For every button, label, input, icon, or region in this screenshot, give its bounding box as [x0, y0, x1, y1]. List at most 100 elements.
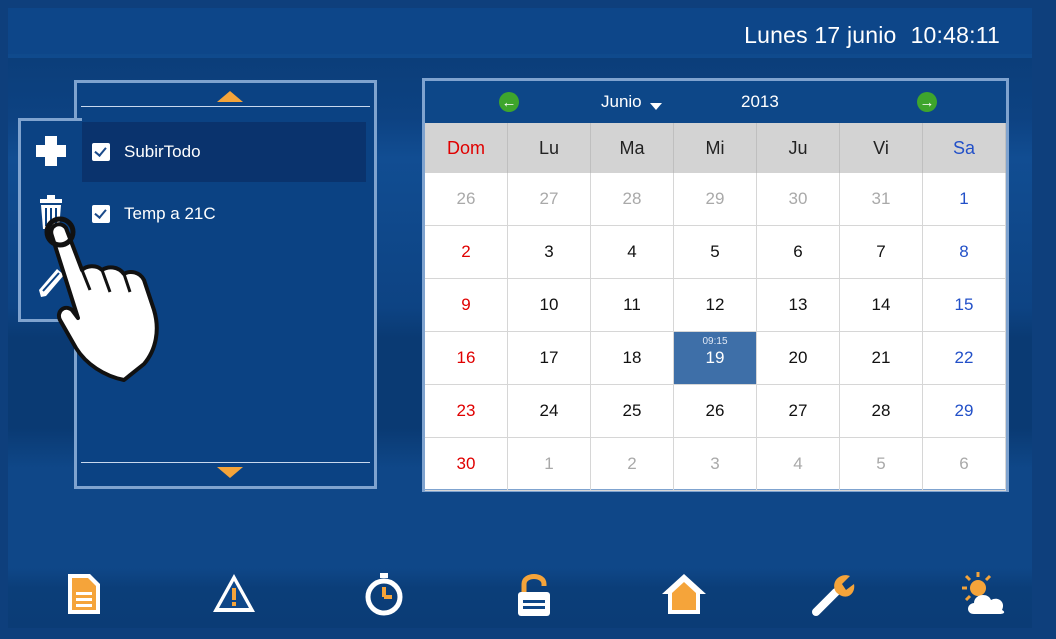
- divider: [81, 106, 370, 107]
- arrow-right-icon: →: [919, 93, 935, 111]
- calendar-day[interactable]: 29: [923, 385, 1006, 438]
- pointing-hand-icon: [44, 216, 159, 382]
- timer-button[interactable]: [360, 570, 408, 618]
- list-item[interactable]: SubirTodo: [82, 122, 366, 182]
- calendar-day[interactable]: 1: [508, 438, 591, 491]
- weather-button[interactable]: [960, 570, 1008, 618]
- day-number: 1: [544, 454, 554, 473]
- plus-icon: [36, 136, 66, 166]
- day-number: 8: [959, 242, 969, 261]
- calendar-day[interactable]: 1: [923, 173, 1006, 226]
- day-number: 1: [959, 189, 969, 208]
- home-icon: [662, 574, 706, 614]
- chevron-down-icon: [649, 103, 662, 110]
- current-time: 10:48:11: [910, 22, 1000, 48]
- day-number: 9: [461, 295, 471, 314]
- list-item-label: SubirTodo: [124, 142, 201, 161]
- calendar-day[interactable]: 18: [591, 332, 674, 385]
- divider: [81, 462, 370, 463]
- scroll-down-arrow-icon[interactable]: [217, 467, 243, 478]
- alarms-button[interactable]: [210, 570, 258, 618]
- calendar-day[interactable]: 2: [425, 226, 508, 279]
- weekday-header: Ma: [591, 123, 674, 173]
- calendar-day[interactable]: 27: [508, 173, 591, 226]
- day-number: 14: [871, 295, 891, 314]
- calendar-day[interactable]: 16: [425, 332, 508, 385]
- month-selector[interactable]: Junio: [601, 92, 662, 112]
- calendar-day[interactable]: 25: [591, 385, 674, 438]
- calendar-day[interactable]: 23: [425, 385, 508, 438]
- day-number: 6: [959, 454, 969, 473]
- calendar-day[interactable]: 26: [674, 385, 757, 438]
- calendar-day[interactable]: 2: [591, 438, 674, 491]
- day-number: 6: [793, 242, 803, 261]
- day-number: 22: [954, 348, 974, 367]
- calendar-day[interactable]: 11: [591, 279, 674, 332]
- weekday-header: Lu: [508, 123, 591, 173]
- calendar-day[interactable]: 5: [840, 438, 923, 491]
- next-month-button[interactable]: →: [917, 92, 937, 112]
- document-icon: [68, 574, 100, 614]
- calendar-day[interactable]: 17: [508, 332, 591, 385]
- calendar-day[interactable]: 4: [757, 438, 840, 491]
- weather-icon: [962, 572, 1005, 614]
- calendar-day[interactable]: 20: [757, 332, 840, 385]
- calendar-day[interactable]: 28: [591, 173, 674, 226]
- month-label: Junio: [601, 92, 642, 111]
- calendar-day[interactable]: 10: [508, 279, 591, 332]
- calendar-day[interactable]: 21: [840, 332, 923, 385]
- day-number: 4: [627, 242, 637, 261]
- day-number: 12: [705, 295, 725, 314]
- day-number: 29: [954, 401, 974, 420]
- checkbox[interactable]: [92, 143, 110, 161]
- calendar-grid: Dom Lu Ma Mi Ju Vi Sa 26 27 28 29 30 31 1 2 3 4 5 6 7 8 9 10 11…: [425, 123, 1006, 491]
- calendar-day[interactable]: 26: [425, 173, 508, 226]
- day-number: 5: [876, 454, 886, 473]
- day-number: 27: [788, 401, 808, 420]
- calendar-day[interactable]: 3: [508, 226, 591, 279]
- date-time-display: Lunes 17 junio 10:48:11: [744, 22, 1000, 49]
- calendar-day[interactable]: 5: [674, 226, 757, 279]
- day-number: 29: [705, 189, 725, 208]
- calendar-day[interactable]: 31: [840, 173, 923, 226]
- top-bar: Lunes 17 junio 10:48:11: [8, 8, 1032, 54]
- calendar-day[interactable]: 3: [674, 438, 757, 491]
- calendar-day[interactable]: 13: [757, 279, 840, 332]
- calendar-day[interactable]: 6: [757, 226, 840, 279]
- home-button[interactable]: [660, 570, 708, 618]
- add-button[interactable]: [31, 131, 71, 171]
- day-number: 3: [544, 242, 554, 261]
- weekday-header: Dom: [425, 123, 508, 173]
- calendar-day[interactable]: 12: [674, 279, 757, 332]
- unlock-icon: [518, 574, 550, 616]
- calendar-day[interactable]: 4: [591, 226, 674, 279]
- weekday-header: Sa: [923, 123, 1006, 173]
- calendar-day[interactable]: 8: [923, 226, 1006, 279]
- prev-month-button[interactable]: ←: [499, 92, 519, 112]
- day-number: 27: [539, 189, 559, 208]
- calendar-day-selected[interactable]: 19 09:15: [674, 332, 757, 385]
- calendar-day[interactable]: 24: [508, 385, 591, 438]
- calendar-day[interactable]: 29: [674, 173, 757, 226]
- calendar-day[interactable]: 9: [425, 279, 508, 332]
- day-number: 20: [788, 348, 808, 367]
- calendar-day[interactable]: 14: [840, 279, 923, 332]
- calendar-day[interactable]: 27: [757, 385, 840, 438]
- day-number: 13: [788, 295, 808, 314]
- scroll-up-arrow-icon[interactable]: [217, 91, 243, 102]
- event-time: 09:15: [702, 336, 728, 347]
- lock-button[interactable]: [510, 570, 558, 618]
- document-button[interactable]: [60, 570, 108, 618]
- day-number: 16: [456, 348, 476, 367]
- day-number: 25: [622, 401, 642, 420]
- calendar-day[interactable]: 30: [425, 438, 508, 491]
- calendar-day[interactable]: 7: [840, 226, 923, 279]
- day-number: 26: [705, 401, 725, 420]
- calendar-day[interactable]: 15: [923, 279, 1006, 332]
- calendar-day[interactable]: 28: [840, 385, 923, 438]
- settings-button[interactable]: [810, 570, 858, 618]
- day-number: 2: [461, 242, 471, 261]
- calendar-day[interactable]: 6: [923, 438, 1006, 491]
- calendar-day[interactable]: 22: [923, 332, 1006, 385]
- calendar-day[interactable]: 30: [757, 173, 840, 226]
